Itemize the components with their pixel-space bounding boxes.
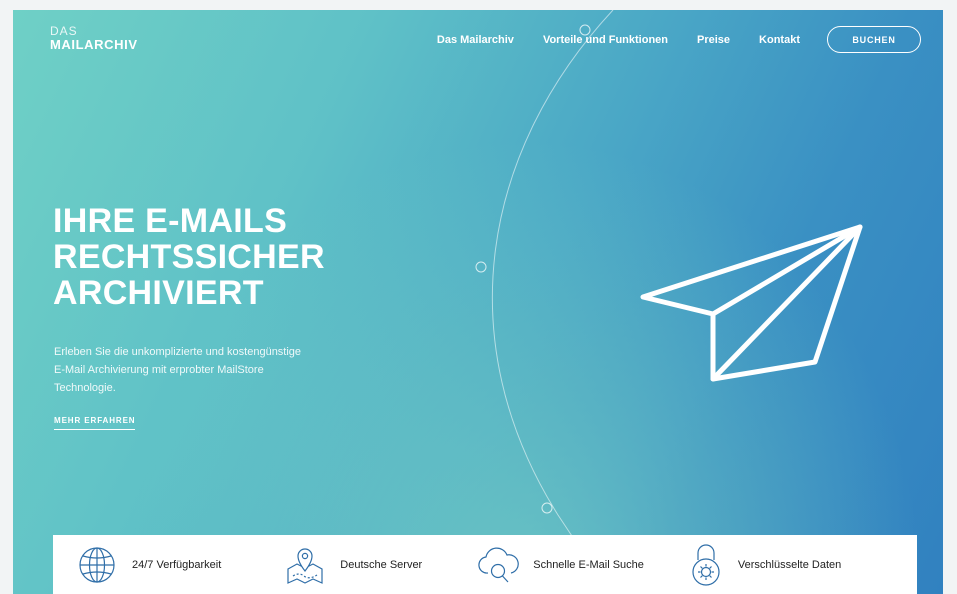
feature-label: Deutsche Server	[340, 558, 423, 571]
hero-title: IHRE E-MAILS RECHTSSICHER ARCHIVIERT	[53, 203, 325, 311]
main-nav: Das Mailarchiv Vorteile und Funktionen P…	[437, 26, 921, 53]
feature-search: Schnelle E-Mail Suche	[476, 545, 644, 585]
logo[interactable]: DAS MAILARCHIV	[50, 25, 138, 52]
hero-title-line: IHRE E-MAILS	[53, 202, 288, 240]
hero-title-line: RECHTSSICHER	[53, 238, 325, 276]
map-pin-icon	[285, 545, 325, 585]
logo-small-text: DAS	[50, 24, 78, 38]
hero-description: Erleben Sie die unkomplizierte und koste…	[54, 343, 354, 397]
feature-label: 24/7 Verfügbarkeit	[132, 558, 222, 571]
orbit-node	[541, 502, 553, 514]
hero-section: DAS MAILARCHIV Das Mailarchiv Vorteile u…	[13, 10, 943, 594]
hero-description-line: Erleben Sie die unkomplizierte und koste…	[54, 346, 302, 358]
more-info-link[interactable]: MEHR ERFAHREN	[54, 416, 136, 430]
orbit-node	[475, 261, 487, 273]
logo-big-text: MAILARCHIV	[50, 37, 138, 52]
globe-icon	[77, 545, 117, 585]
feature-label: Verschlüsselte Daten	[737, 558, 842, 571]
nav-item-preise[interactable]: Preise	[697, 34, 730, 46]
paper-plane-icon	[640, 224, 863, 382]
feature-servers: Deutsche Server	[285, 545, 422, 585]
feature-encryption: Verschlüsselte Daten	[688, 543, 841, 587]
features-bar: 24/7 Verfügbarkeit Deutsche Server Schne…	[53, 535, 917, 594]
feature-label: Schnelle E-Mail Suche	[533, 558, 644, 571]
hero-title-line: ARCHIVIERT	[53, 274, 264, 312]
nav-item-mailarchiv[interactable]: Das Mailarchiv	[437, 34, 514, 46]
book-button[interactable]: BUCHEN	[827, 26, 921, 53]
feature-availability: 24/7 Verfügbarkeit	[77, 545, 221, 585]
cloud-search-icon	[476, 545, 520, 585]
hero-description-line: E-Mail Archivierung mit erprobter MailSt…	[54, 364, 264, 376]
nav-item-kontakt[interactable]: Kontakt	[759, 34, 800, 46]
hero-description-line: Technologie.	[54, 382, 116, 394]
padlock-icon	[688, 543, 724, 587]
nav-item-vorteile[interactable]: Vorteile und Funktionen	[543, 34, 668, 46]
